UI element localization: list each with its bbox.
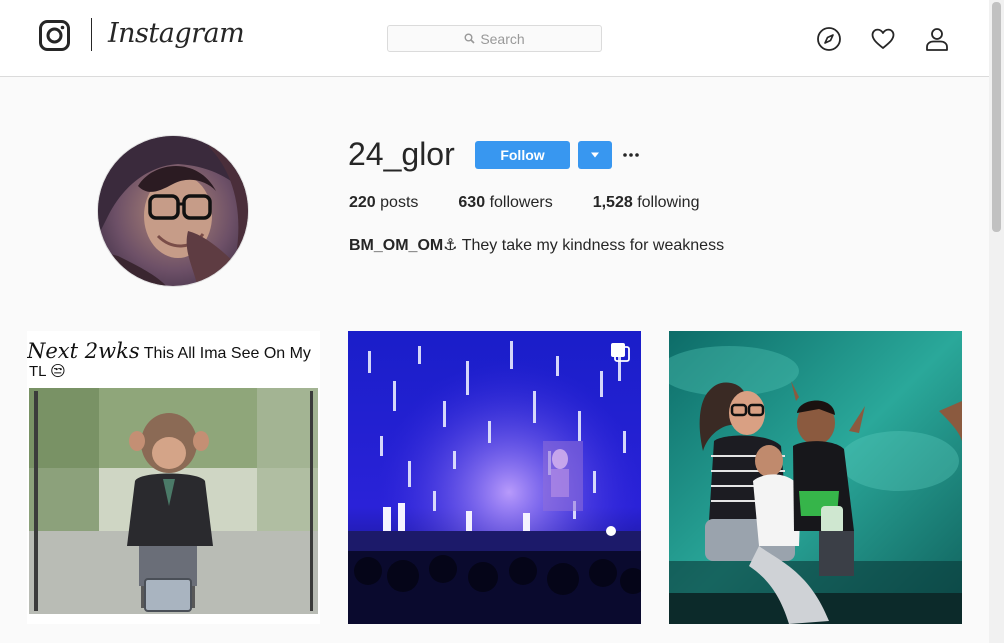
- meme-caption-text: This All Ima See On My: [143, 345, 311, 362]
- page-scrollbar[interactable]: [989, 0, 1004, 643]
- following-label: following: [637, 194, 700, 211]
- followers-count: 630: [458, 194, 486, 211]
- bio-full-name: BM_OM_OM: [349, 237, 444, 254]
- follow-button[interactable]: Follow: [475, 141, 570, 169]
- meme-caption: Next 2wks This All Ima See On My TL 😒: [27, 337, 320, 387]
- scrollbar-thumb[interactable]: [992, 2, 1001, 232]
- following-stat[interactable]: 1,528 following: [593, 194, 700, 212]
- search-icon: [464, 33, 475, 44]
- avatar-photo: [98, 136, 248, 286]
- instagram-glyph-icon[interactable]: [39, 20, 70, 51]
- compass-icon[interactable]: [816, 26, 842, 52]
- following-count: 1,528: [592, 194, 633, 211]
- search-placeholder: Search: [480, 30, 525, 47]
- post-thumbnail[interactable]: [348, 331, 641, 624]
- search-input[interactable]: Search: [387, 25, 602, 52]
- heart-icon[interactable]: [870, 26, 896, 52]
- logo-divider: [91, 18, 92, 51]
- top-nav-bar: Instagram Search: [0, 0, 989, 77]
- profile-bio: BM_OM_OM⚓ They take my kindness for weak…: [349, 235, 724, 255]
- multiple-photos-icon: [611, 343, 630, 362]
- profile-stats: 220 posts 630 followers 1,528 following: [349, 194, 699, 212]
- caret-down-icon: [591, 152, 599, 158]
- followers-stat[interactable]: 630 followers: [458, 194, 552, 212]
- posts-count: 220: [349, 194, 376, 211]
- followers-label: followers: [489, 194, 553, 211]
- instagram-wordmark[interactable]: Instagram: [108, 18, 245, 49]
- post-image-aquarium: [669, 331, 962, 624]
- post-image-concert: [348, 331, 641, 624]
- bio-text: ⚓ They take my kindness for weakness: [443, 237, 725, 254]
- profile-username: 24_glor: [348, 136, 455, 172]
- posts-label: posts: [380, 194, 419, 211]
- person-icon[interactable]: [924, 26, 950, 52]
- ellipsis-icon: [623, 153, 639, 157]
- meme-caption-handwritten: Next 2wks: [27, 339, 140, 363]
- instagram-profile-page: Instagram Search 24_glor Follow 220 post…: [0, 0, 1004, 643]
- post-thumbnail[interactable]: [669, 331, 962, 624]
- meme-caption-line2: TL 😒: [29, 363, 66, 380]
- suggestions-dropdown-button[interactable]: [578, 141, 612, 169]
- more-options-button[interactable]: [620, 143, 642, 167]
- posts-stat: 220 posts: [349, 194, 418, 212]
- post-thumbnail[interactable]: Next 2wks This All Ima See On My TL 😒: [27, 331, 320, 624]
- profile-avatar[interactable]: [97, 135, 249, 287]
